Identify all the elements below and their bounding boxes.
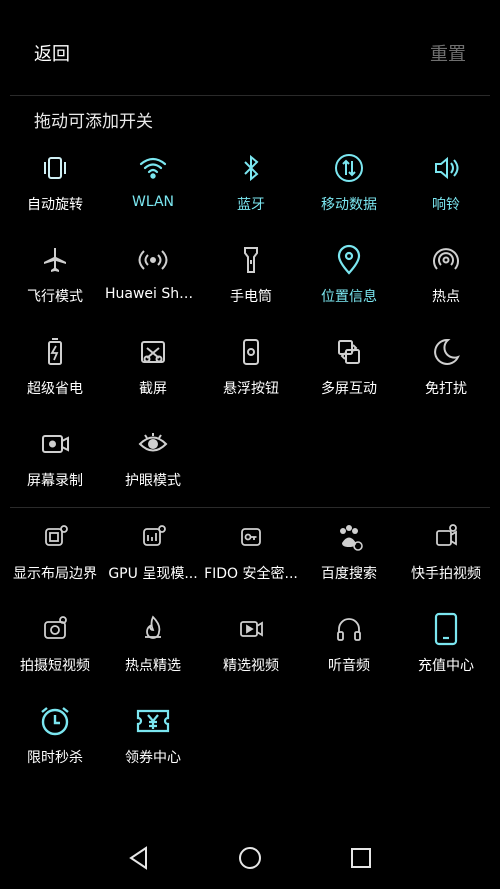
back-button[interactable]: 返回: [34, 40, 70, 66]
tile-label: 蓝牙: [237, 197, 265, 213]
tile-label: 护眼模式: [125, 473, 181, 489]
tile-layout-bounds[interactable]: 显示布局边界: [5, 519, 105, 599]
home-circle-icon[interactable]: [235, 843, 265, 873]
tile-fido-key[interactable]: FIDO 安全密...: [201, 519, 301, 599]
layout-bounds-icon: [37, 519, 73, 555]
tile-screenshot[interactable]: 截屏: [103, 334, 203, 414]
tile-featured-video[interactable]: 精选视频: [201, 611, 301, 691]
tile-label: WLAN: [131, 194, 174, 210]
airplane-icon: [37, 242, 73, 278]
tile-huawei-share[interactable]: Huawei Share: [103, 242, 203, 322]
tile-label: 充值中心: [418, 658, 474, 674]
tile-label: 快手拍视频: [411, 566, 481, 582]
screen-record-icon: [37, 426, 73, 462]
tile-location[interactable]: 位置信息: [299, 242, 399, 322]
tile-baidu-search[interactable]: 百度搜索: [299, 519, 399, 599]
tile-label: FIDO 安全密...: [204, 566, 298, 582]
tile-label: 精选视频: [223, 658, 279, 674]
tile-label: 领券中心: [125, 750, 181, 766]
tile-label: 限时秒杀: [27, 750, 83, 766]
flashlight-icon: [233, 242, 269, 278]
tile-label: 位置信息: [321, 289, 377, 305]
battery-saver-icon: [37, 334, 73, 370]
tile-auto-rotate[interactable]: 自动旋转: [5, 150, 105, 230]
tile-label: 多屏互动: [321, 381, 377, 397]
tile-label: 听音频: [328, 658, 370, 674]
featured-video-icon: [233, 611, 269, 647]
tile-label: 移动数据: [321, 197, 377, 213]
tile-hot-picks[interactable]: 热点精选: [103, 611, 203, 691]
floating-button-icon: [233, 334, 269, 370]
tile-battery-saver[interactable]: 超级省电: [5, 334, 105, 414]
tile-coupon-center[interactable]: 领券中心: [103, 703, 203, 783]
moon-icon: [428, 334, 464, 370]
top-bar: 返回 重置: [0, 0, 500, 95]
tile-eye-comfort[interactable]: 护眼模式: [103, 426, 203, 506]
tile-label: GPU 呈现模...: [108, 566, 198, 582]
hotspot-icon: [428, 242, 464, 278]
tile-label: 飞行模式: [27, 289, 83, 305]
tile-do-not-disturb[interactable]: 免打扰: [396, 334, 496, 414]
tile-flash-sale[interactable]: 限时秒杀: [5, 703, 105, 783]
eye-icon: [135, 426, 171, 462]
tile-label: 免打扰: [425, 381, 467, 397]
multi-screen-icon: [331, 334, 367, 370]
tile-ring[interactable]: 响铃: [396, 150, 496, 230]
back-triangle-icon[interactable]: [124, 843, 154, 873]
alarm-clock-icon: [37, 703, 73, 739]
tile-floating-button[interactable]: 悬浮按钮: [201, 334, 301, 414]
phone-icon: [428, 611, 464, 647]
tile-multi-screen[interactable]: 多屏互动: [299, 334, 399, 414]
tile-label: 拍摄短视频: [20, 658, 90, 674]
gpu-render-icon: [135, 519, 171, 555]
auto-rotate-icon: [37, 150, 73, 186]
divider: [10, 95, 490, 96]
tile-label: 显示布局边界: [13, 566, 97, 582]
tile-label: 超级省电: [27, 381, 83, 397]
tile-gpu-render[interactable]: GPU 呈现模...: [103, 519, 203, 599]
headphones-icon: [331, 611, 367, 647]
screenshot-icon: [135, 334, 171, 370]
tile-screen-record[interactable]: 屏幕录制: [5, 426, 105, 506]
tile-label: 屏幕录制: [27, 473, 83, 489]
tile-label: 热点精选: [125, 658, 181, 674]
tile-label: 手电筒: [230, 289, 272, 305]
reset-button[interactable]: 重置: [430, 40, 466, 66]
tile-label: 热点: [432, 289, 460, 305]
section-title: 拖动可添加开关: [34, 112, 153, 132]
tile-recharge-center[interactable]: 充值中心: [396, 611, 496, 691]
tile-flashlight[interactable]: 手电筒: [201, 242, 301, 322]
tile-label: 百度搜索: [321, 566, 377, 582]
coupon-icon: [135, 703, 171, 739]
divider: [10, 507, 490, 508]
recents-square-icon[interactable]: [346, 843, 376, 873]
tile-mobile-data[interactable]: 移动数据: [299, 150, 399, 230]
tile-hotspot[interactable]: 热点: [396, 242, 496, 322]
tile-airplane[interactable]: 飞行模式: [5, 242, 105, 322]
baidu-search-icon: [331, 519, 367, 555]
location-icon: [331, 242, 367, 278]
tile-label: 响铃: [432, 197, 460, 213]
tile-label: 截屏: [139, 381, 167, 397]
huawei-share-icon: [135, 242, 171, 278]
tile-label: 悬浮按钮: [223, 381, 279, 397]
ring-icon: [428, 150, 464, 186]
mobile-data-icon: [331, 150, 367, 186]
bluetooth-icon: [233, 150, 269, 186]
wifi-icon: [135, 150, 171, 186]
tile-audio[interactable]: 听音频: [299, 611, 399, 691]
navigation-bar: [0, 829, 500, 889]
tile-kuaishou-video[interactable]: 快手拍视频: [396, 519, 496, 599]
tile-label: Huawei Share: [105, 286, 202, 302]
fido-key-icon: [233, 519, 269, 555]
tile-short-video[interactable]: 拍摄短视频: [5, 611, 105, 691]
tile-label: 自动旋转: [27, 197, 83, 213]
short-video-icon: [37, 611, 73, 647]
tile-bluetooth[interactable]: 蓝牙: [201, 150, 301, 230]
kuaishou-video-icon: [428, 519, 464, 555]
flame-icon: [135, 611, 171, 647]
tile-wlan[interactable]: WLAN: [103, 150, 203, 230]
